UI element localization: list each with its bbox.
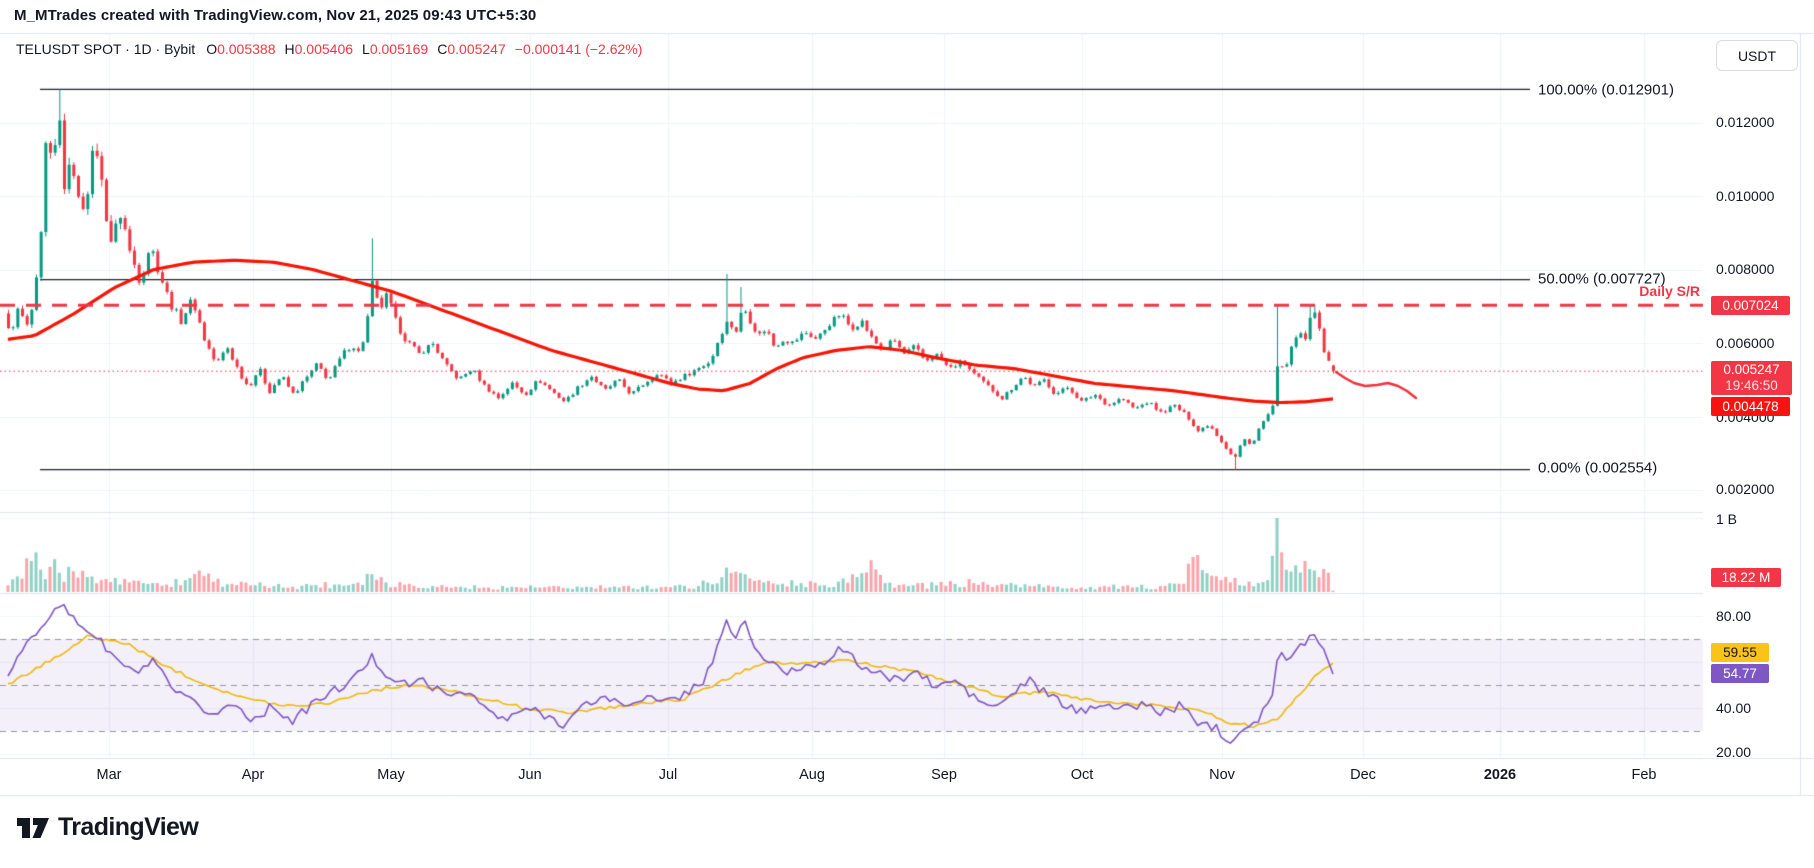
time-label-sep: Sep — [931, 767, 957, 783]
time-label-feb: Feb — [1632, 767, 1657, 783]
ohlc-high: H0.005406 — [285, 41, 354, 57]
time-label-jun: Jun — [518, 767, 541, 783]
tradingview-logo-text: TradingView — [58, 813, 198, 842]
ohlc-change: −0.000141 (−2.62%) — [515, 41, 643, 57]
chart-canvas[interactable] — [0, 0, 1814, 868]
fib-label-0[interactable]: 0.00% (0.002554) — [1538, 460, 1657, 477]
price-tick-0002: 0.002000 — [1716, 481, 1774, 497]
time-label-mar: Mar — [97, 767, 122, 783]
time-label-2026: 2026 — [1484, 767, 1516, 783]
time-axis[interactable] — [0, 758, 1800, 795]
tradingview-chart-page: M_MTrades created with TradingView.com, … — [0, 0, 1814, 868]
price-tick-0008: 0.008000 — [1716, 261, 1774, 277]
volume-scale-label: 1 B — [1716, 511, 1737, 527]
rsi-value-badge: 54.77 — [1711, 664, 1769, 683]
last-price-badge: 0.005247 19:46:50 — [1711, 361, 1792, 395]
rsi-ma-badge: 59.55 — [1711, 643, 1769, 662]
ohlc-open: O0.005388 — [206, 41, 275, 57]
ohlc-close: C0.005247 — [437, 41, 506, 57]
price-tick-0010: 0.010000 — [1716, 188, 1774, 204]
daily-sr-label[interactable]: Daily S/R — [1540, 283, 1700, 299]
time-label-nov: Nov — [1209, 767, 1235, 783]
volume-value-badge: 18.22 M — [1711, 568, 1781, 587]
time-label-aug: Aug — [799, 767, 825, 783]
time-label-may: May — [377, 767, 404, 783]
price-tick-0006: 0.006000 — [1716, 335, 1774, 351]
rsi-tick-80: 80.00 — [1716, 608, 1751, 624]
symbol-legend: TELUSDT SPOT · 1D · Bybit O0.005388 H0.0… — [16, 41, 642, 57]
symbol-title[interactable]: TELUSDT SPOT · 1D · Bybit — [16, 41, 195, 57]
time-label-jul: Jul — [659, 767, 678, 783]
chart-credit-text: M_MTrades created with TradingView.com, … — [14, 7, 536, 24]
rsi-tick-40: 40.00 — [1716, 700, 1751, 716]
ohlc-low: L0.005169 — [362, 41, 428, 57]
sr-price-badge: 0.007024 — [1711, 296, 1790, 315]
fib-label-100[interactable]: 100.00% (0.012901) — [1538, 82, 1674, 99]
ma-value-badge: 0.004478 — [1711, 397, 1790, 416]
tradingview-logo-icon — [16, 817, 50, 839]
time-label-apr: Apr — [242, 767, 265, 783]
bar-countdown: 19:46:50 — [1725, 378, 1778, 394]
price-tick-0012: 0.012000 — [1716, 114, 1774, 130]
time-label-dec: Dec — [1350, 767, 1376, 783]
time-label-oct: Oct — [1071, 767, 1094, 783]
tradingview-logo[interactable]: TradingView — [16, 813, 198, 842]
last-price-value: 0.005247 — [1723, 362, 1779, 378]
